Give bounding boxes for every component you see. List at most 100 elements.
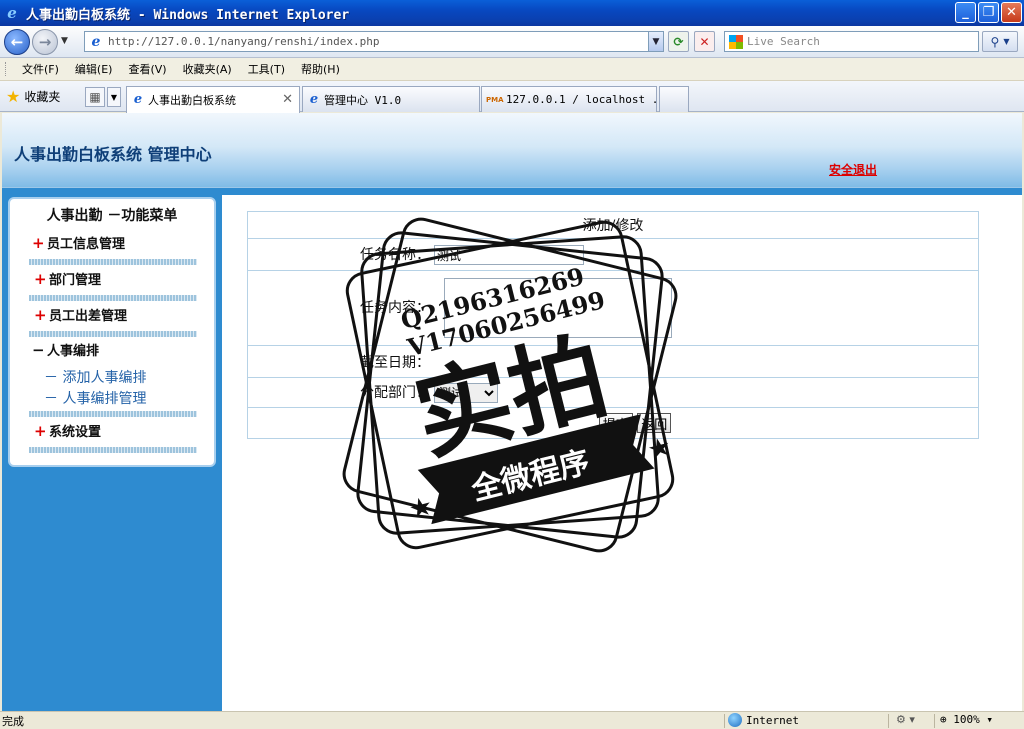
sidebar-item-label: 员工出差管理 <box>49 309 128 324</box>
star-icon: ★ <box>6 87 21 106</box>
minus-icon: − <box>32 340 45 359</box>
sidebar-subitem-add-schedule[interactable]: － 添加人事编排 <box>44 367 146 387</box>
tab-close-icon[interactable]: ✕ <box>282 92 293 107</box>
menu-file[interactable]: 文件(F) <box>14 61 67 77</box>
sidebar-item-employee-info[interactable]: + 员工信息管理 <box>32 233 126 253</box>
sidebar-item-label: 员工信息管理 <box>47 237 126 252</box>
sidebar-item-schedule[interactable]: − 人事编排 <box>32 340 100 360</box>
task-content-textarea[interactable] <box>444 278 672 338</box>
window-title-bar[interactable]: e 人事出勤白板系统 - Windows Internet Explorer _… <box>0 0 1024 26</box>
menu-separator <box>29 295 197 301</box>
plus-icon: + <box>32 233 45 252</box>
tab-admin[interactable]: e 管理中心 V1.0 <box>302 86 480 112</box>
status-text: 完成 <box>2 714 24 728</box>
logout-link[interactable]: 安全退出 <box>829 161 877 178</box>
function-menu: 人事出勤 －功能菜单 + 员工信息管理 + 部门管理 + 员工出差管理 − 人事… <box>8 197 216 467</box>
new-tab-button[interactable] <box>659 86 689 112</box>
submit-button[interactable]: 提交 <box>598 413 633 433</box>
task-content-label: 任务内容： <box>360 300 430 316</box>
status-divider <box>934 714 935 728</box>
tab-label: 127.0.0.1 / localhost ... <box>506 93 672 106</box>
live-search-logo-icon <box>729 34 743 49</box>
favorites-label: 收藏夹 <box>24 90 61 104</box>
security-zone[interactable]: Internet <box>728 713 799 727</box>
tab-label: 人事出勤白板系统 <box>148 94 236 107</box>
menu-edit[interactable]: 编辑(E) <box>67 61 121 77</box>
menu-separator <box>29 259 197 265</box>
zoom-icon: ⊕ <box>940 713 947 726</box>
sidebar-item-label: 系统设置 <box>49 425 102 440</box>
form-actions: 提交 返回 <box>247 407 979 439</box>
zoom-level: 100% <box>953 713 980 726</box>
menu-separator <box>29 447 197 453</box>
back-button-form[interactable]: 返回 <box>637 413 672 433</box>
schedule-form: 添加/修改 任务名称： 任务内容： 截至日期： 分配部门：测试 <box>247 211 979 439</box>
tab-list-dropdown-icon[interactable]: ▼ <box>107 87 121 107</box>
window-title: 人事出勤白板系统 - Windows Internet Explorer <box>26 7 350 23</box>
search-input[interactable]: Live Search <box>747 35 820 48</box>
tab-phpmyadmin[interactable]: PMA 127.0.0.1 / localhost ... <box>481 86 672 112</box>
stop-button[interactable]: ✕ <box>694 31 715 52</box>
menu-favorites[interactable]: 收藏夹(A) <box>175 61 240 77</box>
status-divider <box>724 714 725 728</box>
zone-label: Internet <box>746 713 799 727</box>
tab-renshi[interactable]: e 人事出勤白板系统 ✕ <box>126 86 300 113</box>
main-content: 添加/修改 任务名称： 任务内容： 截至日期： 分配部门：测试 <box>222 195 1022 711</box>
site-header: 人事出勤白板系统 管理中心 安全退出 <box>2 113 1022 188</box>
sidebar-subitem-manage-schedule[interactable]: － 人事编排管理 <box>44 388 146 408</box>
sidebar-item-department[interactable]: + 部门管理 <box>34 269 102 289</box>
forward-button[interactable]: → <box>32 29 58 55</box>
phpmyadmin-icon: PMA <box>486 95 504 104</box>
address-toolbar: ← → ▼ e http://127.0.0.1/nanyang/renshi/… <box>0 26 1024 58</box>
address-bar[interactable]: e http://127.0.0.1/nanyang/renshi/index.… <box>84 31 664 52</box>
department-row: 分配部门： 测试 <box>247 377 979 408</box>
window-controls: _ ❐ ✕ <box>955 2 1022 23</box>
zoom-control[interactable]: ⊕ 100% ▾ <box>940 713 993 726</box>
plus-icon: + <box>34 421 47 440</box>
menu-separator <box>29 331 197 337</box>
tab-label: 管理中心 V1.0 <box>324 93 402 107</box>
status-divider <box>888 714 889 728</box>
address-input[interactable]: http://127.0.0.1/nanyang/renshi/index.ph… <box>108 35 648 48</box>
minimize-button[interactable]: _ <box>955 2 976 23</box>
sidebar-item-label: 部门管理 <box>49 273 102 288</box>
due-date-label: 截至日期： <box>360 354 430 371</box>
task-content-row: 任务内容： <box>247 270 979 346</box>
address-dropdown-icon[interactable]: ▼ <box>648 32 663 51</box>
ie-logo-icon: e <box>7 4 17 22</box>
close-button[interactable]: ✕ <box>1001 2 1022 23</box>
globe-icon <box>728 713 742 727</box>
toolbar-grip <box>5 62 8 76</box>
department-select[interactable]: 测试 <box>434 383 498 403</box>
plus-icon: + <box>34 305 47 324</box>
department-label: 分配部门： <box>360 385 430 401</box>
plus-icon: + <box>34 269 47 288</box>
header-divider <box>2 188 1022 195</box>
search-button[interactable]: ⚲ ▼ <box>982 31 1018 52</box>
search-options-icon: ▼ <box>1003 37 1010 46</box>
task-name-input[interactable] <box>434 245 584 265</box>
restore-button[interactable]: ❐ <box>978 2 999 23</box>
history-dropdown-icon[interactable]: ▼ <box>61 36 68 46</box>
task-name-label: 任务名称： <box>360 247 430 263</box>
sidebar-item-settings[interactable]: + 系统设置 <box>34 421 102 441</box>
tab-bar: ★ 收藏夹 ▦ ▼ e 人事出勤白板系统 ✕ e 管理中心 V1.0 PMA 1… <box>0 81 1024 113</box>
quick-tabs-icon[interactable]: ▦ <box>85 87 105 107</box>
page-icon: e <box>91 33 101 50</box>
menu-view[interactable]: 查看(V) <box>120 61 174 77</box>
due-date-row: 截至日期： <box>247 345 979 378</box>
sidebar-item-label: 人事编排 <box>47 344 100 359</box>
status-bar: 完成 Internet ⚙ ▾ ⊕ 100% ▾ <box>0 711 1024 729</box>
favorites-button[interactable]: ★ 收藏夹 <box>6 87 60 106</box>
back-button[interactable]: ← <box>4 29 30 55</box>
sidebar: 人事出勤 －功能菜单 + 员工信息管理 + 部门管理 + 员工出差管理 − 人事… <box>2 195 222 711</box>
tab-page-icon: e <box>133 92 143 107</box>
form-heading: 添加/修改 <box>247 211 979 239</box>
search-icon: ⚲ <box>990 34 1000 49</box>
sidebar-item-business-trip[interactable]: + 员工出差管理 <box>34 305 128 325</box>
search-box[interactable]: Live Search <box>724 31 979 52</box>
refresh-button[interactable]: ⟳ <box>668 31 689 52</box>
menu-help[interactable]: 帮助(H) <box>293 61 348 77</box>
menu-tools[interactable]: 工具(T) <box>240 61 293 77</box>
protected-mode-icon[interactable]: ⚙ ▾ <box>896 713 915 726</box>
